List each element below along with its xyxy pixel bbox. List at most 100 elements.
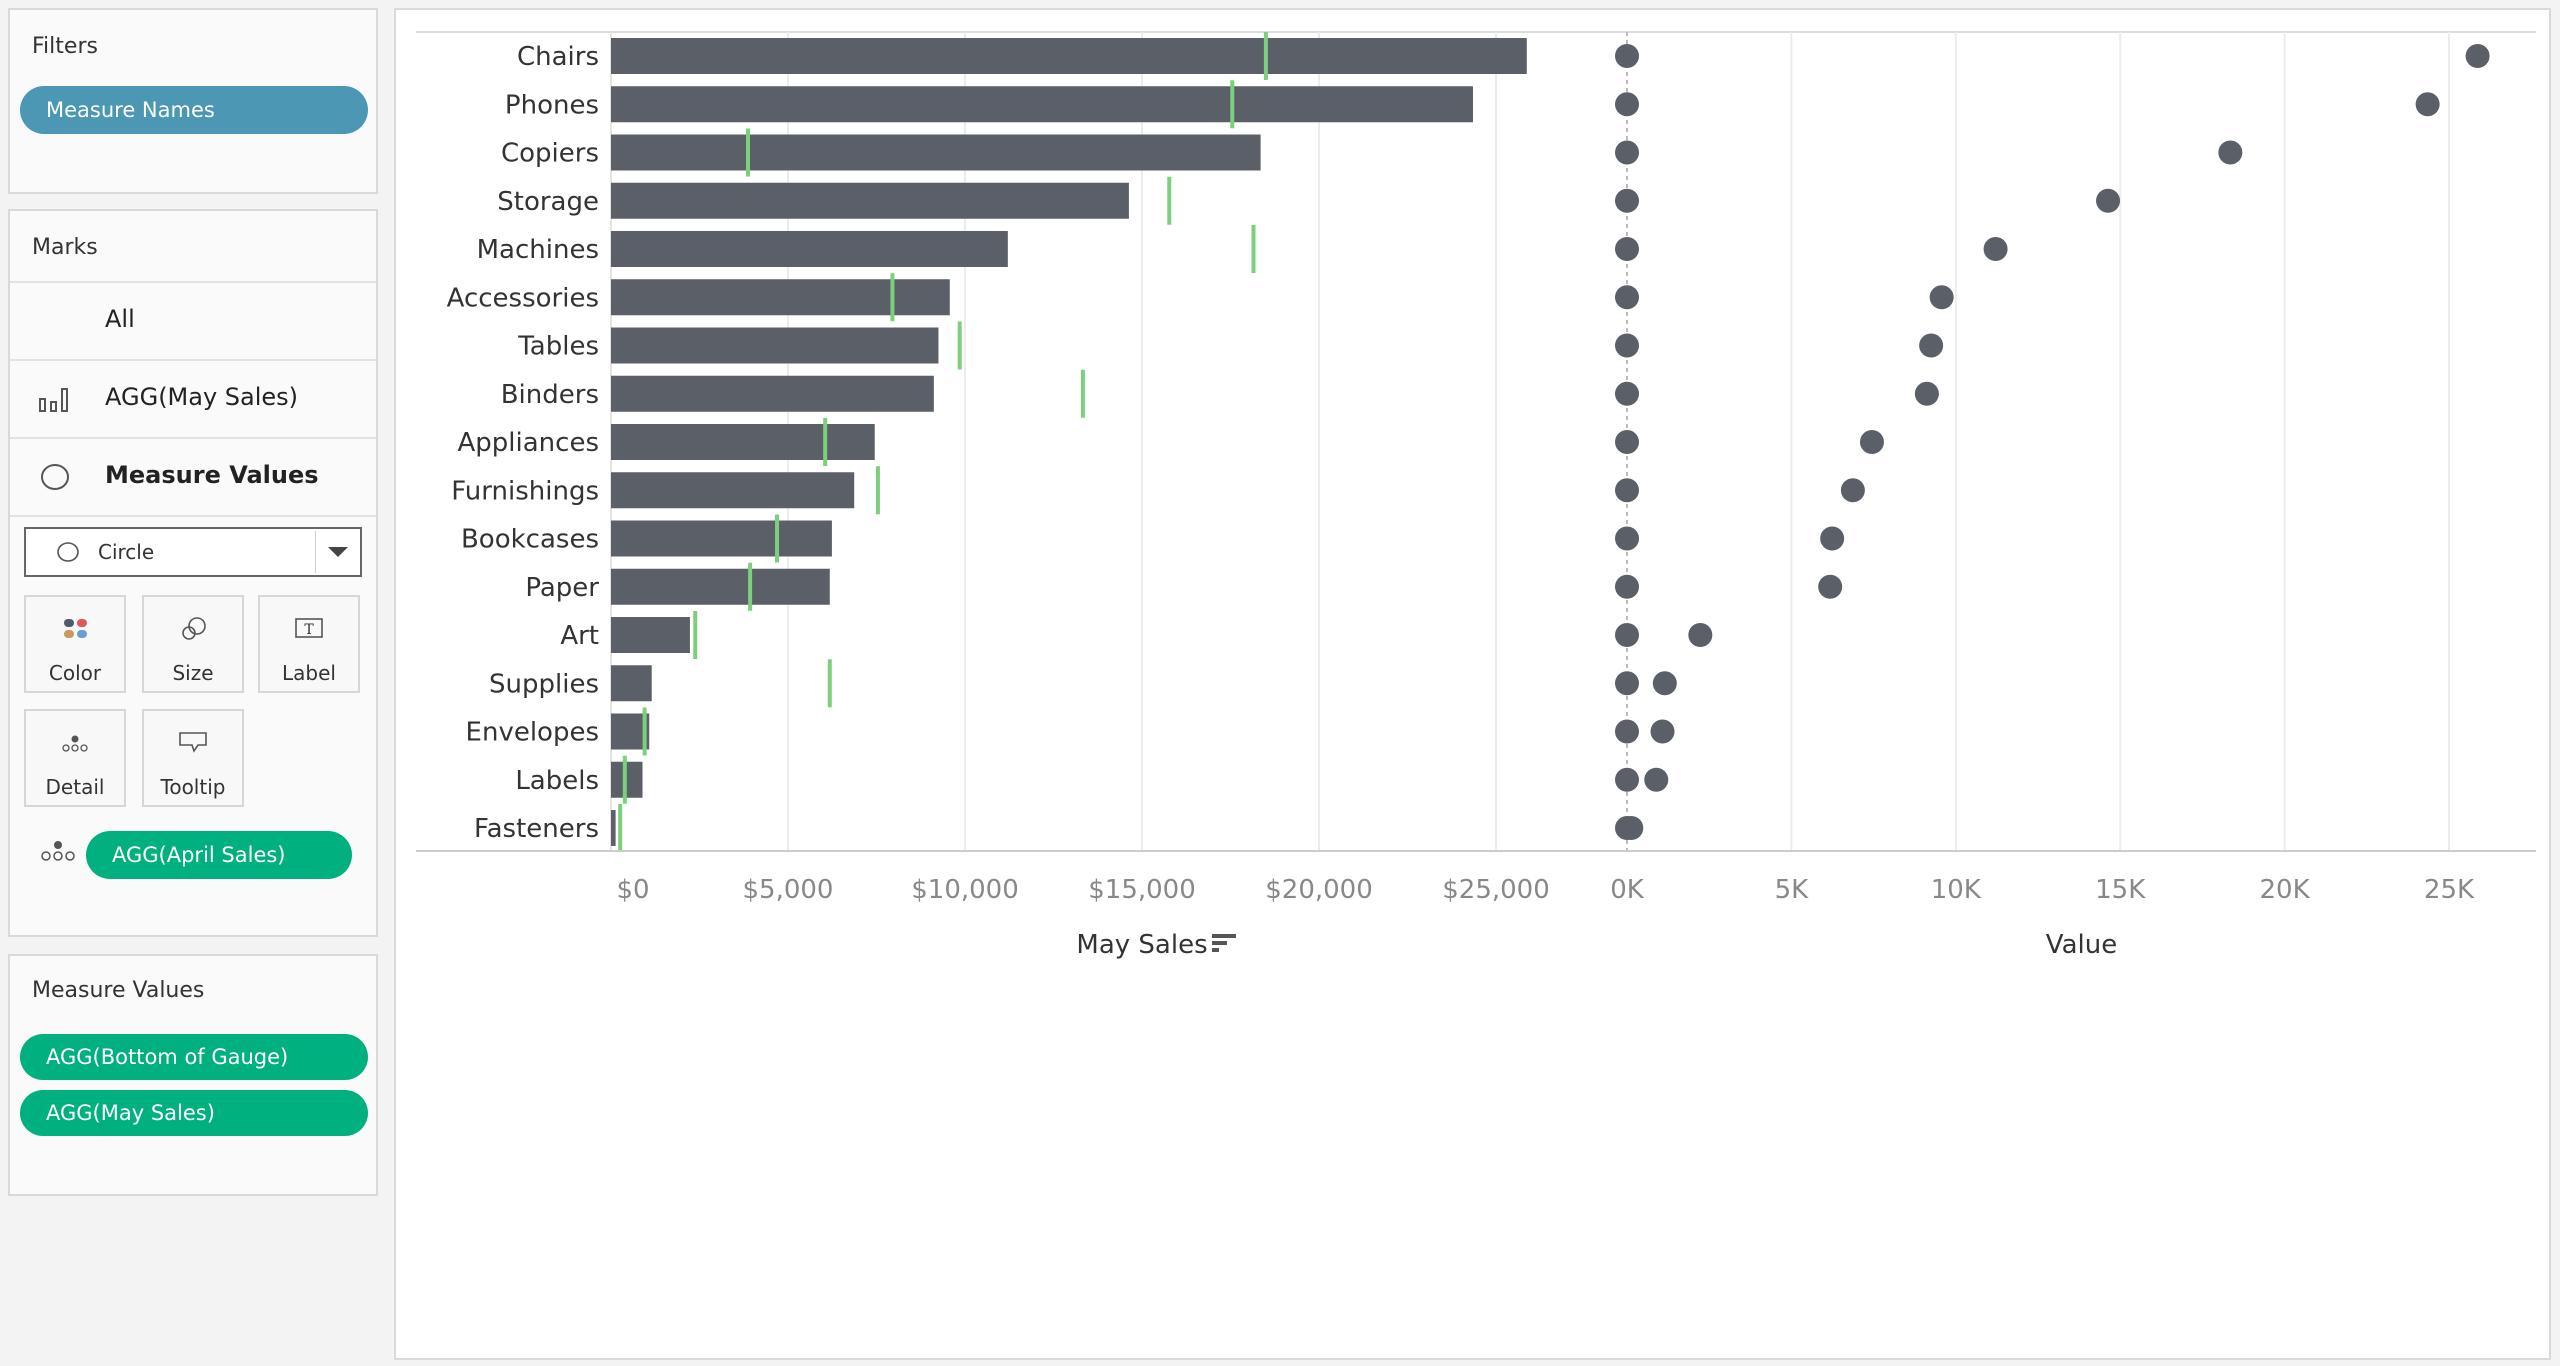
tick-april-sales	[748, 562, 753, 611]
measure-values-panel: Measure Values AGG(Bottom of Gauge) AGG(…	[8, 954, 378, 1196]
may-sales-pill[interactable]: AGG(May Sales)	[20, 1090, 368, 1136]
circle-icon	[57, 542, 79, 562]
dot-agg-may-sales-	[2218, 140, 2243, 165]
category-label: Supplies	[489, 669, 599, 699]
category-label: Furnishings	[451, 476, 599, 506]
bar-may-sales	[611, 810, 616, 846]
x-tick-label: $5,000	[743, 875, 834, 905]
marks-card-measure-values[interactable]: Measure Values	[10, 439, 376, 515]
category-label: Binders	[501, 380, 599, 410]
category-label: Phones	[505, 90, 599, 120]
dot-agg-may-sales-	[1652, 671, 1677, 696]
marks-card-may-sales[interactable]: AGG(May Sales)	[10, 361, 376, 437]
bar-may-sales	[611, 472, 855, 509]
dot-agg-bottom-of-gauge-	[1615, 574, 1639, 599]
x-tick-label: 5K	[1775, 875, 1810, 905]
dot-agg-may-sales-	[1619, 816, 1644, 840]
dot-agg-bottom-of-gauge-	[1615, 333, 1639, 358]
bar-may-sales	[611, 38, 1527, 74]
category-label: Storage	[497, 187, 599, 217]
detail-button-label: Detail	[45, 775, 105, 799]
tooltip-button-label: Tooltip	[160, 775, 226, 799]
sort-bar	[1212, 948, 1219, 952]
x-tick-label: $0	[616, 875, 649, 905]
dot-agg-may-sales-	[1818, 574, 1843, 599]
dot-agg-bottom-of-gauge-	[1615, 526, 1639, 551]
dot-agg-bottom-of-gauge-	[1615, 478, 1639, 503]
x-tick-label: $20,000	[1265, 875, 1373, 905]
mark-type-dropdown[interactable]: Circle	[24, 527, 362, 577]
measure-names-pill[interactable]: Measure Names	[20, 86, 368, 134]
dot-agg-bottom-of-gauge-	[1615, 237, 1639, 261]
tick-april-sales	[890, 273, 895, 322]
category-label: Accessories	[447, 283, 599, 313]
detail-button[interactable]: Detail	[24, 709, 126, 807]
bottom-of-gauge-pill[interactable]: AGG(Bottom of Gauge)	[20, 1034, 368, 1080]
bar-may-sales	[611, 134, 1261, 171]
size-button[interactable]: Size	[142, 595, 244, 693]
category-label: Art	[560, 621, 599, 651]
x-tick-label: $15,000	[1088, 875, 1196, 905]
category-label: Tables	[517, 332, 599, 362]
sort-bar	[1212, 941, 1227, 945]
tick-april-sales	[775, 514, 780, 563]
circle-icon	[41, 464, 69, 490]
tooltip-button[interactable]: Tooltip	[142, 709, 244, 807]
dot-agg-bottom-of-gauge-	[1615, 430, 1639, 454]
bar-may-sales	[611, 231, 1008, 267]
label-button[interactable]: T Label	[258, 595, 360, 693]
tick-april-sales	[745, 128, 750, 177]
tick-april-sales	[642, 707, 647, 756]
divider	[10, 515, 376, 517]
bar-may-sales	[611, 520, 832, 557]
dot-agg-bottom-of-gauge-	[1615, 767, 1639, 792]
april-sales-detail-pill[interactable]: AGG(April Sales)	[86, 831, 352, 879]
dot-agg-may-sales-	[1919, 333, 1944, 358]
dot-agg-bottom-of-gauge-	[1615, 671, 1639, 696]
sort-descending-icon[interactable]	[1212, 934, 1236, 952]
svg-text:T: T	[304, 622, 314, 638]
tick-april-sales	[827, 659, 832, 708]
bar-may-sales	[611, 375, 934, 412]
category-label: Bookcases	[461, 525, 599, 555]
mark-type-label: Circle	[98, 540, 155, 564]
dot-agg-bottom-of-gauge-	[1615, 381, 1639, 406]
category-label: Copiers	[501, 139, 599, 169]
x-tick-label: 25K	[2424, 875, 2475, 905]
tick-april-sales	[1251, 225, 1256, 273]
tick-april-sales	[823, 418, 828, 466]
bar-may-sales	[611, 182, 1129, 219]
text-label-icon: T	[295, 618, 323, 638]
dot-agg-may-sales-	[1688, 623, 1713, 647]
filters-panel: Filters Measure Names	[8, 8, 378, 194]
x-axis-title: Value	[2046, 930, 2117, 960]
dot-agg-may-sales-	[1650, 719, 1675, 744]
bullet-and-dot-chart: $0 $5,000 $10,000 $15,000 $20,000 $25,000 0K 5K…	[416, 31, 2536, 960]
bar-chart-icon	[39, 388, 68, 412]
chevron-down-icon[interactable]	[328, 547, 348, 559]
dot-agg-may-sales-	[1859, 430, 1884, 454]
dot-agg-may-sales-	[1983, 237, 2008, 261]
size-icon	[182, 617, 206, 640]
marks-card-measure-values-label: Measure Values	[105, 461, 319, 489]
bar-may-sales	[611, 279, 950, 316]
bar-may-sales	[611, 665, 652, 702]
color-icon	[64, 619, 87, 638]
category-label: Labels	[515, 766, 599, 796]
divider	[315, 531, 316, 573]
marks-card-all[interactable]: All	[10, 283, 376, 359]
color-button[interactable]: Color	[24, 595, 126, 693]
marks-card-all-label: All	[105, 305, 135, 333]
x-tick-label: $10,000	[911, 875, 1019, 905]
dot-agg-may-sales-	[2096, 188, 2121, 213]
measure-values-title: Measure Values	[32, 978, 205, 1003]
detail-icon	[62, 735, 88, 752]
category-label: Envelopes	[466, 718, 599, 748]
color-button-label: Color	[48, 661, 102, 685]
dot-agg-bottom-of-gauge-	[1615, 285, 1639, 310]
sort-bar	[1212, 934, 1236, 938]
tick-april-sales	[875, 466, 880, 515]
marks-card-may-sales-label: AGG(May Sales)	[105, 383, 299, 411]
tick-april-sales	[1080, 369, 1085, 418]
dot-agg-bottom-of-gauge-	[1615, 719, 1639, 744]
